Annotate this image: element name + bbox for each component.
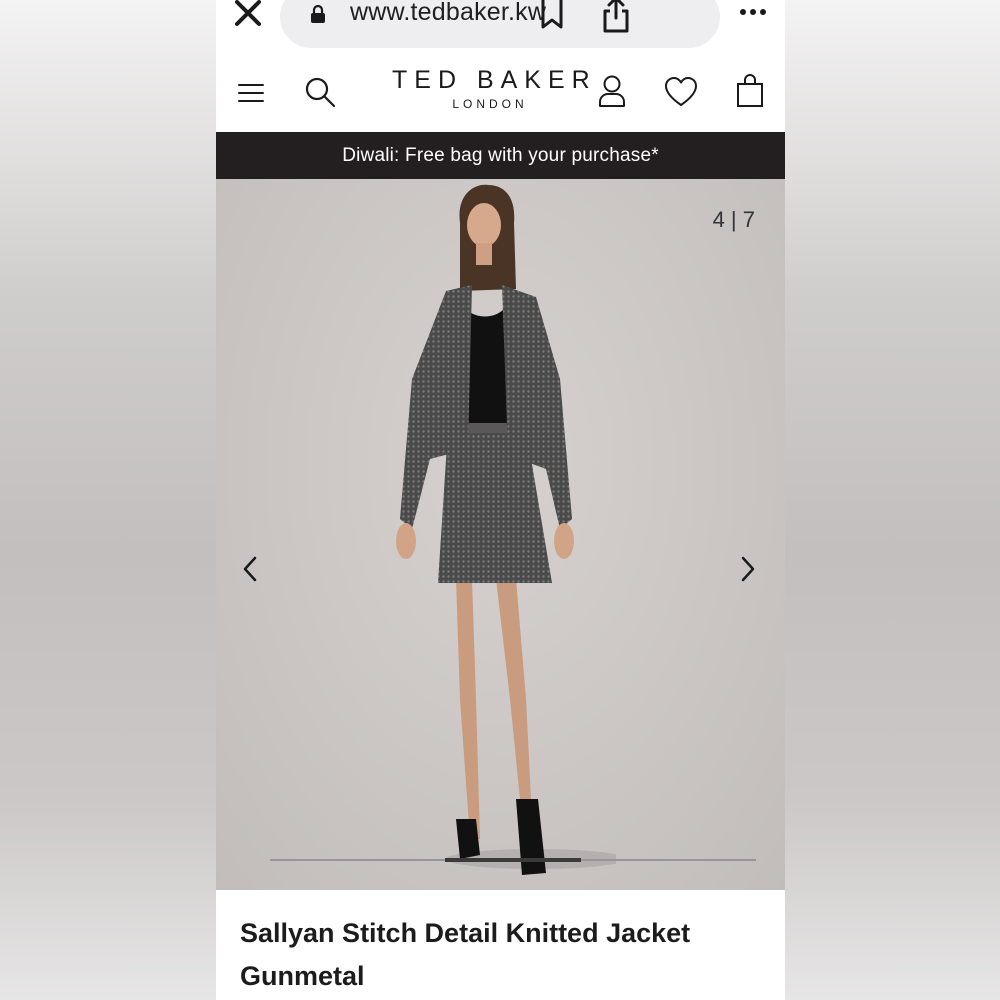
product-photo <box>396 184 616 875</box>
account-icon[interactable] <box>598 74 626 108</box>
close-icon[interactable] <box>232 0 264 28</box>
brand-logo[interactable]: TED BAKER LONDON <box>392 66 597 111</box>
phone-screen: www.tedbaker.kw TED BAKER LONDON Diwali:… <box>216 0 785 1000</box>
gallery-progress-track <box>270 858 756 862</box>
site-header: TED BAKER LONDON <box>216 58 785 132</box>
logo-subtext: LONDON <box>452 97 528 111</box>
logo-text: TED BAKER <box>392 66 597 94</box>
more-icon[interactable] <box>738 6 768 18</box>
address-bar[interactable]: www.tedbaker.kw <box>280 0 720 48</box>
chevron-left-icon[interactable] <box>242 555 258 583</box>
share-icon[interactable] <box>600 0 632 34</box>
menu-icon[interactable] <box>238 82 264 104</box>
chevron-right-icon[interactable] <box>740 555 756 583</box>
image-counter: 4 | 7 <box>712 207 755 232</box>
search-icon[interactable] <box>304 76 336 108</box>
browser-bar: www.tedbaker.kw <box>216 0 785 58</box>
lock-icon <box>311 4 325 23</box>
product-image-carousel[interactable]: 4 | 7 <box>216 179 785 890</box>
promo-banner[interactable]: Diwali: Free bag with your purchase* <box>216 132 785 179</box>
bag-icon[interactable] <box>736 74 764 108</box>
heart-icon[interactable] <box>664 76 698 108</box>
gallery-progress-fill <box>444 858 582 862</box>
bookmark-icon[interactable] <box>539 0 565 30</box>
url-text: www.tedbaker.kw <box>350 0 547 26</box>
product-title: Sallyan Stitch Detail Knitted Jacket Gun… <box>240 918 691 991</box>
